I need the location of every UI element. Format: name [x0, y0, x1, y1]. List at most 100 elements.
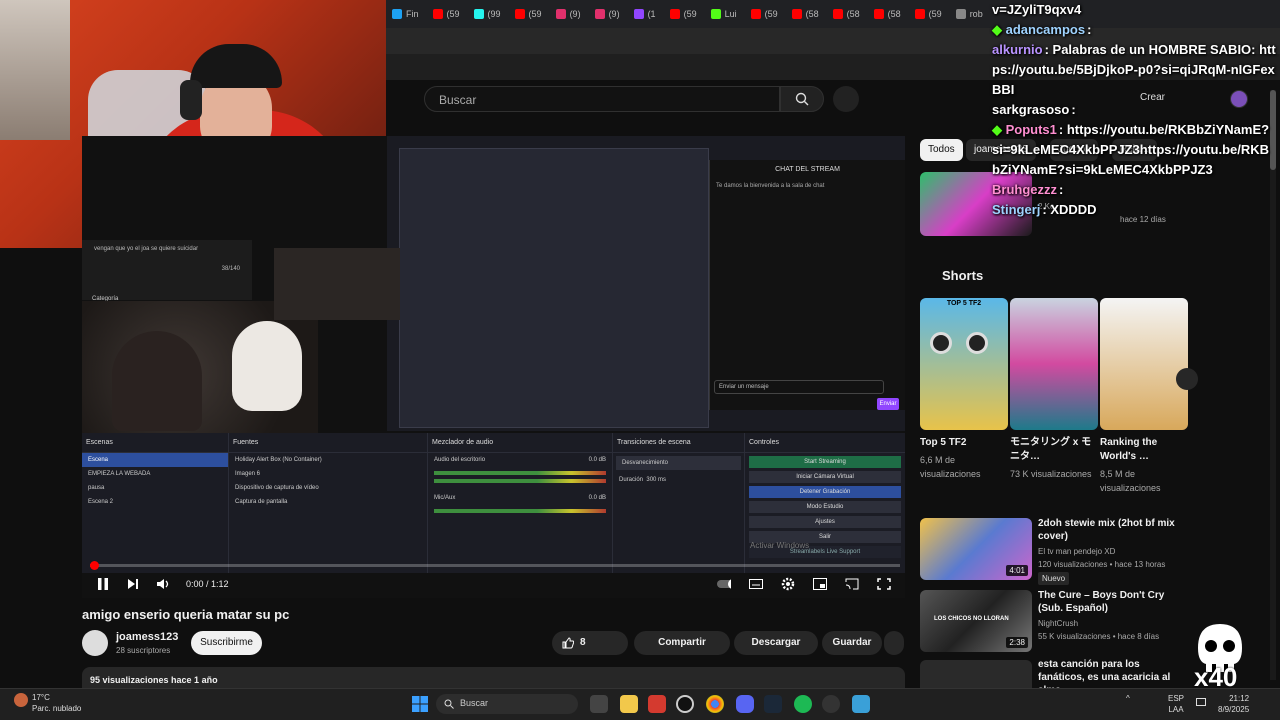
taskbar-search[interactable]: Buscar: [436, 694, 578, 714]
tab-favicon-icon: [432, 9, 443, 19]
obs-source-item: Captura de pantalla: [235, 499, 288, 505]
video-thumbnail[interactable]: LOS CHICOS NO LLORAN 2:38: [920, 590, 1032, 652]
short-thumbnail[interactable]: [1100, 298, 1188, 430]
video-title-link[interactable]: 2doh stewie mix (2hot bf mix cover): [1038, 517, 1178, 543]
tab-label: (58: [887, 9, 901, 19]
autoplay-toggle[interactable]: [717, 577, 731, 591]
app-icon[interactable]: [822, 695, 840, 713]
search-button[interactable]: [780, 86, 824, 112]
browser-tab[interactable]: (1: [628, 3, 662, 25]
tab-favicon-icon: [710, 9, 721, 19]
download-button[interactable]: Descargar: [734, 631, 818, 655]
task-view-icon[interactable]: [590, 695, 608, 713]
cast-button[interactable]: [845, 577, 859, 591]
fullscreen-button[interactable]: [877, 577, 891, 591]
voice-search-button[interactable]: [833, 86, 859, 112]
tab-label: (9): [608, 9, 620, 19]
short-thumbnail[interactable]: [1010, 298, 1098, 430]
chat-message: Stingerj: XDDDD: [988, 200, 1280, 220]
video-thumbnail[interactable]: 4:01: [920, 518, 1032, 580]
description-meta: 95 visualizaciones hace 1 año: [90, 675, 218, 685]
file-explorer-icon[interactable]: [620, 695, 638, 713]
browser-tab[interactable]: (58: [868, 3, 907, 25]
chat-username: Stingerj: [992, 202, 1041, 217]
discord-icon[interactable]: [736, 695, 754, 713]
browser-tab[interactable]: (9): [589, 3, 626, 25]
video-thumbnail[interactable]: [920, 660, 1032, 688]
tray-arrow-icon[interactable]: ^: [1126, 693, 1130, 704]
taskbar-clock[interactable]: 21:12 8/9/2025: [1218, 693, 1249, 715]
subtitles-button[interactable]: [749, 577, 763, 591]
channel-avatar[interactable]: [82, 630, 108, 656]
shorts-next-button[interactable]: [1176, 368, 1198, 390]
video-title-link[interactable]: The Cure – Boys Don't Cry (Sub. Español): [1038, 589, 1178, 615]
chat-text: : XDDDD: [1042, 202, 1097, 217]
pause-button[interactable]: [96, 577, 110, 591]
subscribe-button[interactable]: Suscribirme: [191, 631, 262, 655]
browser-tab[interactable]: Fin: [386, 3, 425, 25]
tab-favicon-icon: [555, 9, 566, 19]
video-plush-toy: [232, 321, 302, 411]
browser-tab[interactable]: (9): [550, 3, 587, 25]
chat-username: Poputs1: [1005, 122, 1057, 137]
chat-message: v=JZyliT9qxv4: [988, 0, 1280, 20]
video-scrubber-handle[interactable]: [90, 561, 99, 570]
share-button[interactable]: Compartir: [634, 631, 730, 655]
obs-controls-dock: Controles Start Streaming Iniciar Cámara…: [745, 433, 905, 573]
miniplayer-button[interactable]: [813, 577, 827, 591]
browser-tab[interactable]: (58: [827, 3, 866, 25]
browser-tab[interactable]: (59: [664, 3, 703, 25]
tab-favicon-icon: [392, 9, 402, 19]
webcam-shelf: [0, 0, 70, 140]
chrome-icon[interactable]: [706, 695, 724, 713]
notepad-icon[interactable]: [852, 695, 870, 713]
browser-tab[interactable]: Lui: [705, 3, 743, 25]
weather-widget[interactable]: 17°C Parc. nublado: [32, 692, 81, 714]
app-icon[interactable]: [648, 695, 666, 713]
weather-icon: [14, 693, 28, 707]
browser-tab[interactable]: (59: [745, 3, 784, 25]
browser-tab[interactable]: (59: [909, 3, 948, 25]
save-button[interactable]: Guardar: [822, 631, 882, 655]
browser-tab[interactable]: rob: [950, 3, 989, 25]
browser-tab[interactable]: (59: [427, 3, 466, 25]
next-button[interactable]: [126, 577, 140, 591]
volume-button[interactable]: [156, 577, 170, 591]
video-channel[interactable]: NightCrush: [1038, 617, 1198, 630]
tab-label: (9): [569, 9, 581, 19]
browser-tab[interactable]: (99: [468, 3, 507, 25]
video-player[interactable]: CHAT DEL STREAM Te damos la bienvenida a…: [82, 136, 905, 598]
chat-message: Bruhgezzz:: [988, 180, 1280, 200]
short-title[interactable]: モニタリング x モニタ…: [1010, 436, 1100, 464]
settings-button[interactable]: [781, 577, 795, 591]
stream-chat-pane: CHAT DEL STREAM Te damos la bienvenida a…: [709, 160, 905, 410]
steam-icon[interactable]: [764, 695, 782, 713]
channel-name[interactable]: joamess123: [116, 631, 178, 643]
windows-taskbar: [0, 688, 1280, 720]
start-button[interactable]: [412, 696, 428, 717]
obs-source-item: Dispositivo de captura de vídeo: [235, 485, 319, 491]
obs-docks: Escenas Escena EMPIEZA LA WEBADA pausa E…: [82, 433, 905, 573]
network-icon[interactable]: [1196, 698, 1206, 706]
subtitles-icon: [749, 579, 763, 589]
spotify-icon[interactable]: [794, 695, 812, 713]
video-progress-bar[interactable]: [90, 561, 900, 570]
short-thumbnail[interactable]: TOP 5 TF2: [920, 298, 1008, 430]
short-title[interactable]: Ranking the World's …: [1100, 436, 1190, 464]
video-channel[interactable]: El tv man pendejo XD: [1038, 545, 1198, 558]
player-controls: 0:00 / 1:12: [82, 570, 905, 598]
tab-label: (59: [928, 9, 942, 19]
tab-favicon-icon: [594, 9, 605, 19]
chip-all[interactable]: Todos: [920, 139, 963, 161]
short-title[interactable]: Top 5 TF2: [920, 436, 1010, 450]
obs-start-streaming-button: Start Streaming: [749, 456, 901, 468]
obs-transitions-dock: Transiciones de escena Desvanecimiento D…: [613, 433, 745, 573]
browser-tab[interactable]: (59: [509, 3, 548, 25]
obs-app-icon[interactable]: [676, 695, 694, 713]
more-actions-button[interactable]: [884, 631, 904, 655]
like-button[interactable]: 8: [552, 631, 628, 655]
keyboard-language[interactable]: ESP LAA: [1168, 693, 1184, 715]
obs-transition-type: Desvanecimiento: [616, 456, 741, 470]
browser-tab[interactable]: (58: [786, 3, 825, 25]
search-input[interactable]: Buscar: [424, 86, 780, 112]
